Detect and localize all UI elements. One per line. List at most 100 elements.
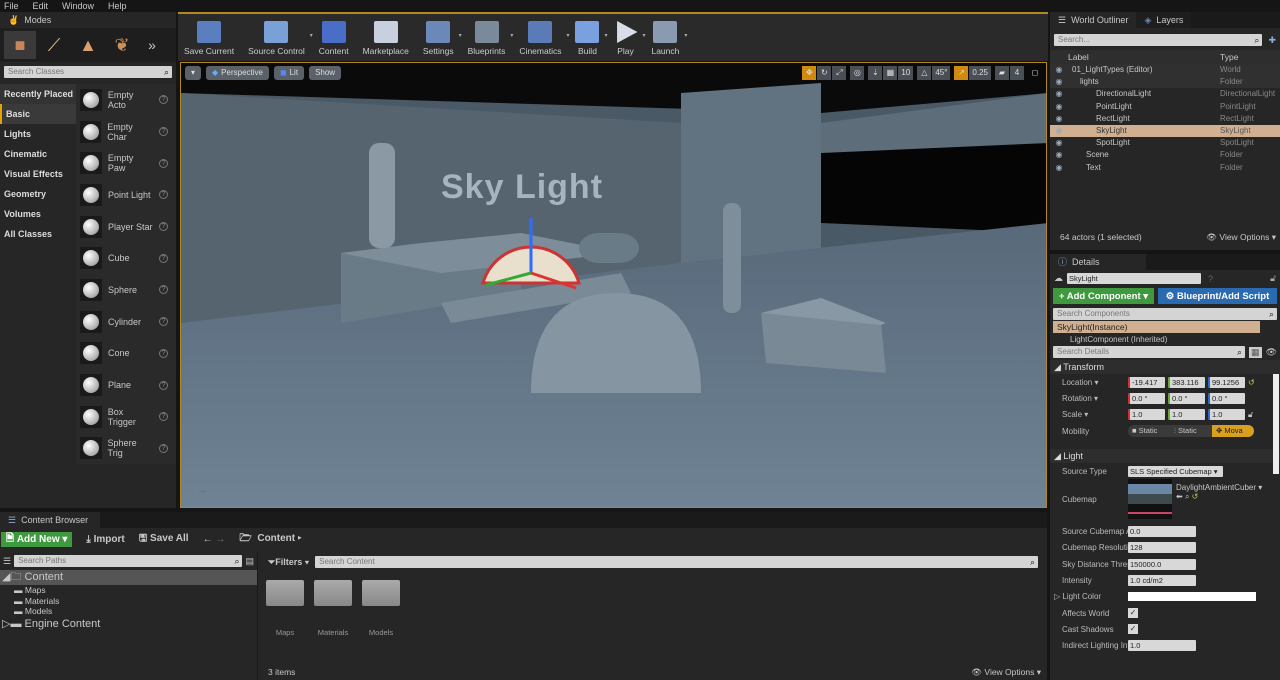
tab-content-browser[interactable]: ☰ Content Browser	[0, 512, 100, 528]
menu-window[interactable]: Window	[62, 0, 94, 12]
cubemap-thumbnail[interactable]	[1128, 479, 1172, 520]
blueprint-add-script-button[interactable]: ⚙ Blueprint/Add Script	[1158, 288, 1277, 304]
column-label[interactable]: Label	[1050, 50, 1089, 64]
category-recently-placed[interactable]: Recently Placed	[0, 84, 76, 104]
scale-x[interactable]: 1.0	[1128, 409, 1165, 421]
tab-modes[interactable]: ✌ Modes	[0, 12, 100, 28]
light-prop-field[interactable]: 1.0 cd/m2	[1128, 575, 1196, 587]
location-x[interactable]: -19.417	[1128, 376, 1165, 388]
tree-materials[interactable]: ▬ Materials	[14, 596, 257, 607]
help-icon[interactable]: ?	[159, 190, 168, 200]
perspective-button[interactable]: ◆ Perspective	[206, 66, 269, 80]
outliner-row[interactable]: ◉ Text Folder	[1050, 162, 1280, 174]
light-color-swatch[interactable]	[1128, 592, 1256, 602]
mobility-static[interactable]: ■ Static	[1128, 425, 1170, 437]
toolbar-cinematics-button[interactable]: Cinematics ▾	[519, 14, 569, 62]
visibility-eye-icon[interactable]: ◉	[1050, 88, 1068, 100]
grid-snap-icon[interactable]: ▦	[883, 66, 898, 80]
surface-snap-icon[interactable]: ⇣	[868, 66, 883, 80]
foliage-mode-icon[interactable]: ❦	[106, 31, 138, 59]
help-icon[interactable]: ?	[159, 380, 168, 390]
outliner-search[interactable]: Search... ⌕	[1054, 34, 1263, 46]
light-prop-field[interactable]: 128	[1128, 542, 1196, 554]
category-lights[interactable]: Lights	[0, 124, 76, 144]
component-light-inherited[interactable]: LightComponent (Inherited)	[1050, 333, 1280, 344]
scale-z[interactable]: 1.0	[1208, 409, 1245, 421]
category-basic[interactable]: Basic	[0, 104, 76, 124]
landscape-mode-icon[interactable]: ▲	[72, 31, 104, 59]
help-icon[interactable]: ?	[159, 443, 168, 453]
outliner-row[interactable]: ◉ RectLight RectLight	[1050, 113, 1280, 125]
folder-tile[interactable]: Models	[362, 580, 400, 637]
mobility-movable[interactable]: ✥ Mova	[1212, 425, 1254, 438]
visibility-eye-icon[interactable]: ◉	[1050, 113, 1068, 125]
rotation-y[interactable]: 0.0 °	[1168, 392, 1205, 404]
maximize-icon[interactable]: ◻	[1028, 66, 1042, 80]
dropdown-icon[interactable]: ▾	[684, 32, 687, 39]
section-light[interactable]: ◢ Light	[1050, 449, 1280, 464]
lock-icon[interactable]: 🔓︎	[1270, 273, 1276, 284]
visibility-eye-icon[interactable]: ◉	[1050, 64, 1068, 76]
path-breadcrumb[interactable]: 🗁 Content ▸	[239, 531, 301, 548]
toolbar-marketplace-button[interactable]: Marketplace	[363, 14, 409, 62]
toolbar-settings-button[interactable]: Settings ▾	[423, 14, 462, 62]
placeable-item[interactable]: Player Star?	[76, 211, 176, 243]
show-button[interactable]: Show	[309, 66, 342, 80]
outliner-row[interactable]: ◉ Scene Folder	[1050, 149, 1280, 161]
details-scrollbar[interactable]	[1273, 374, 1279, 474]
menu-help[interactable]: Help	[108, 0, 127, 12]
rotation-z[interactable]: 0.0 °	[1208, 392, 1245, 404]
category-cinematic[interactable]: Cinematic	[0, 144, 76, 164]
tree-engine-content[interactable]: ▷▬ Engine Content	[0, 617, 257, 632]
toolbar-launch-button[interactable]: Launch ▾	[651, 14, 687, 62]
location-z[interactable]: 99.1256	[1208, 376, 1245, 388]
tab-details[interactable]: ⓘ Details	[1050, 254, 1146, 270]
tree-models[interactable]: ▬ Models	[14, 606, 257, 617]
help-icon[interactable]: ?	[159, 127, 168, 137]
category-volumes[interactable]: Volumes	[0, 204, 76, 224]
menu-edit[interactable]: Edit	[33, 0, 49, 12]
reset-icon[interactable]: ↺	[1192, 492, 1199, 501]
forward-icon[interactable]: →	[215, 534, 225, 545]
cubemap-asset-dropdown[interactable]: DaylightAmbientCuber ▾ ⬅ ⌕ ↺	[1176, 483, 1262, 502]
paint-mode-icon[interactable]: ⟋	[38, 31, 70, 59]
column-type[interactable]: Type	[1220, 50, 1238, 64]
place-mode-icon[interactable]: ■	[4, 31, 36, 59]
dropdown-icon[interactable]: ▾	[459, 32, 462, 39]
visibility-eye-icon[interactable]: ◉	[1050, 137, 1068, 149]
help-icon[interactable]: ?	[159, 285, 168, 295]
category-visual-effects[interactable]: Visual Effects	[0, 164, 76, 184]
dropdown-icon[interactable]: ▾	[642, 32, 645, 39]
help-icon[interactable]: ?	[159, 95, 168, 105]
help-icon[interactable]: ?	[159, 253, 168, 263]
toolbar-build-button[interactable]: Build ▾	[575, 14, 607, 62]
help-icon[interactable]: ?	[159, 317, 168, 327]
help-icon[interactable]: ?	[159, 348, 168, 358]
add-component-button[interactable]: + Add Component ▾	[1053, 288, 1154, 304]
placeable-item[interactable]: Sphere?	[76, 274, 176, 306]
visibility-eye-icon[interactable]: ◉	[1050, 149, 1068, 161]
tab-world-outliner[interactable]: ☰ World Outliner	[1050, 12, 1137, 28]
level-viewport[interactable]: Sky Light ▾ ◆ Perspective ◼ Lit Show ✥ ↻ ⤢…	[180, 62, 1047, 508]
tree-maps[interactable]: ▬ Maps	[14, 585, 257, 596]
light-prop-field[interactable]: 0.0	[1128, 526, 1196, 538]
actor-name-field[interactable]: SkyLight	[1067, 273, 1201, 284]
visibility-eye-icon[interactable]: ◉	[1050, 76, 1068, 88]
placeable-item[interactable]: Cylinder?	[76, 306, 176, 338]
translate-icon[interactable]: ✥	[802, 66, 817, 80]
outliner-view-options[interactable]: 👁 View Options ▾	[1206, 232, 1276, 243]
outliner-row[interactable]: ◉ PointLight PointLight	[1050, 101, 1280, 113]
indirect-lighting-field[interactable]: 1.0	[1128, 640, 1196, 652]
mobility-stationary[interactable]: ⫶ Static	[1170, 425, 1212, 437]
placeable-item[interactable]: Sphere Trig?	[76, 433, 176, 465]
visibility-icon[interactable]: 👁	[1266, 347, 1277, 358]
scale-icon[interactable]: ⤢	[832, 66, 847, 80]
browse-icon[interactable]: ⌕	[1185, 492, 1189, 501]
rotate-icon[interactable]: ↻	[817, 66, 832, 80]
use-asset-icon[interactable]: ⬅	[1176, 492, 1183, 501]
search-details[interactable]: Search Details ⌕	[1053, 346, 1246, 358]
grid-size[interactable]: 10	[898, 66, 914, 80]
rotation-snap-value[interactable]: 45°	[932, 66, 951, 80]
toolbar-content-button[interactable]: Content	[319, 14, 349, 62]
search-classes[interactable]: Search Classes ⌕	[4, 66, 172, 78]
